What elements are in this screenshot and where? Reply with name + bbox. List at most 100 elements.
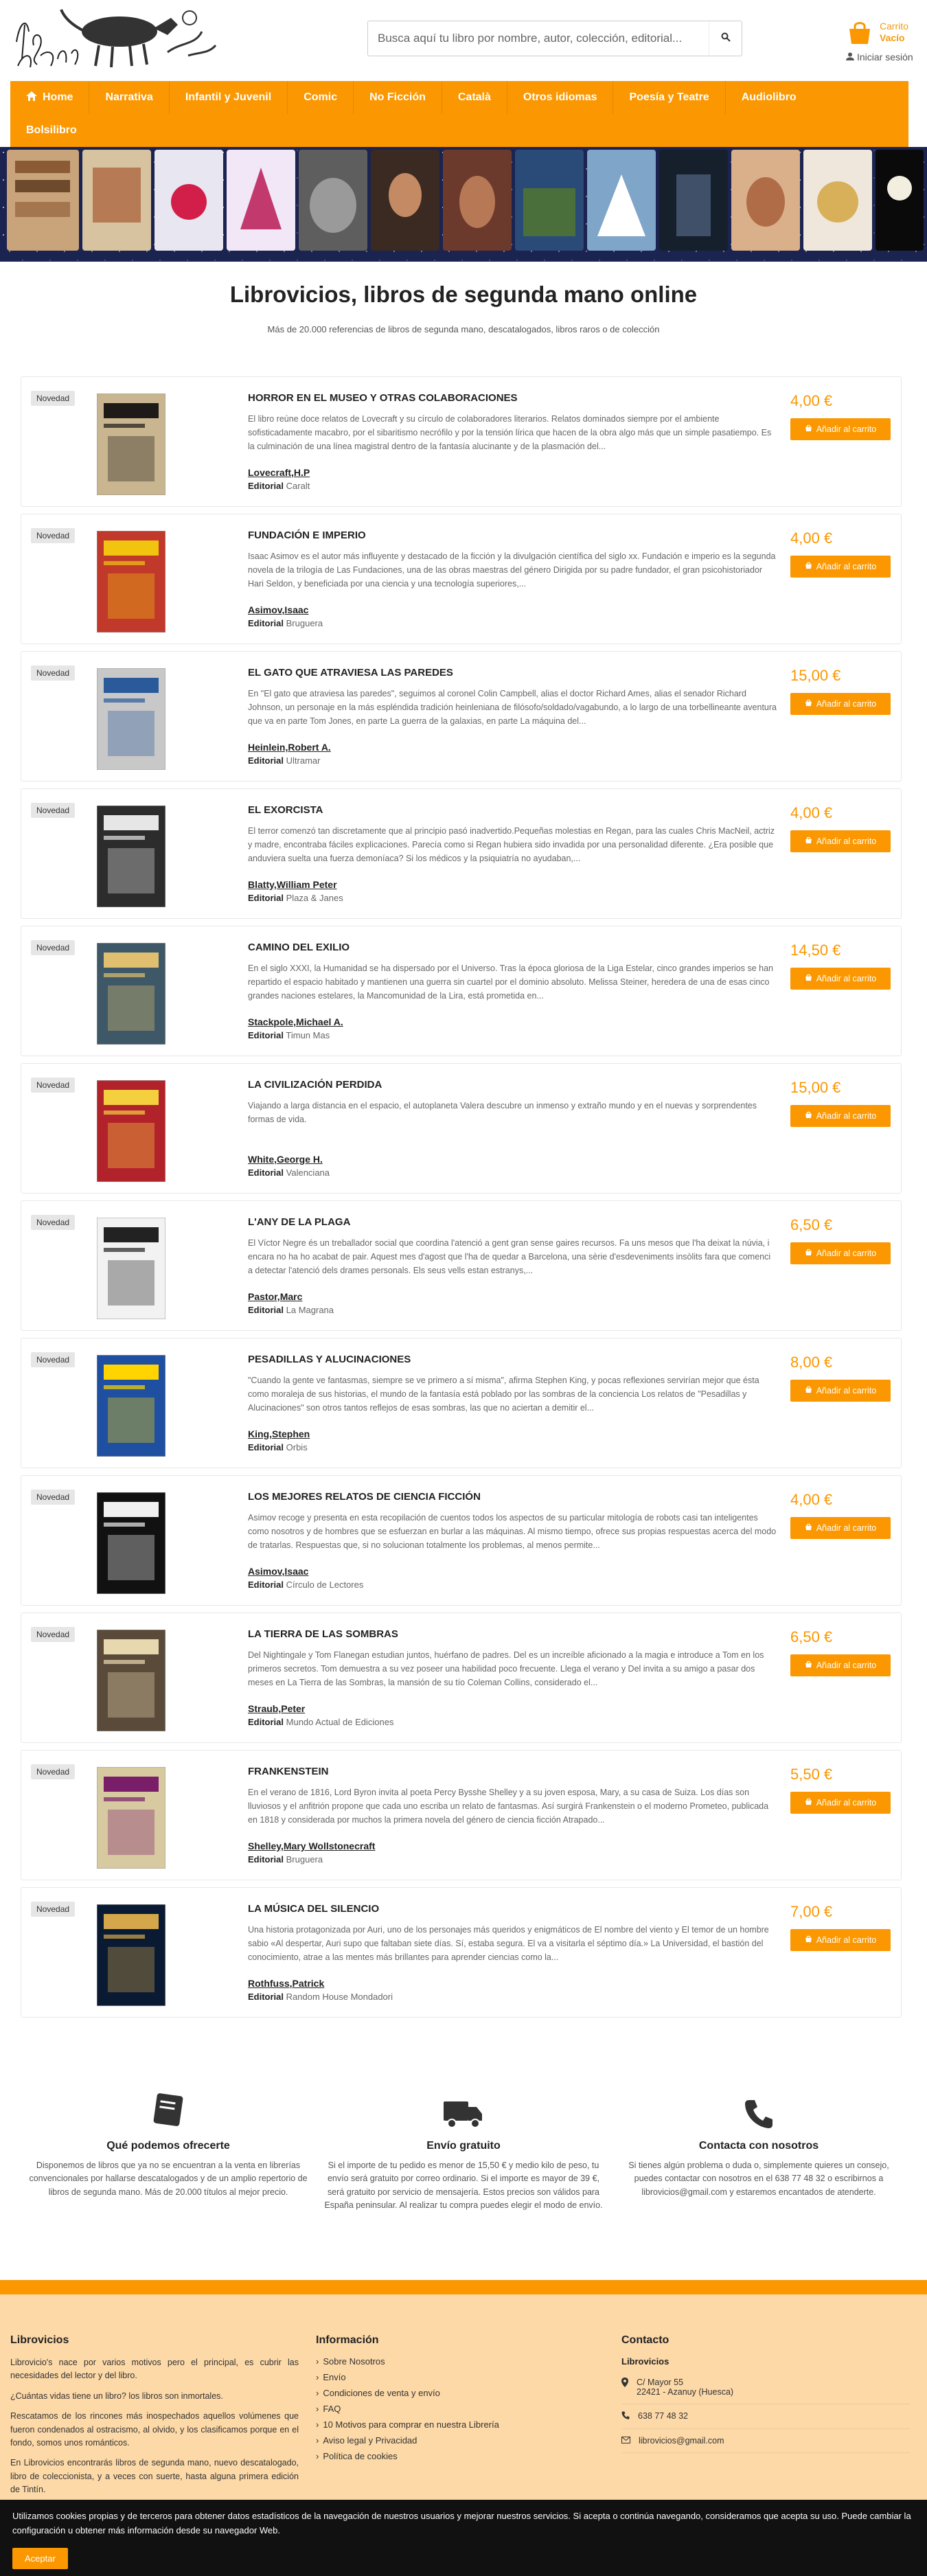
product-title[interactable]: EL EXORCISTA (248, 804, 777, 816)
add-to-cart-button[interactable]: Añadir al carrito (790, 1929, 891, 1951)
product-author-link[interactable]: Pastor,Marc (248, 1291, 777, 1302)
add-to-cart-button[interactable]: Añadir al carrito (790, 1242, 891, 1264)
product-card[interactable]: Novedad LA CIVILIZACIÓN PERDIDA Viajando… (21, 1063, 902, 1194)
product-title[interactable]: LOS MEJORES RELATOS DE CIENCIA FICCIÓN (248, 1491, 777, 1503)
product-title[interactable]: LA CIVILIZACIÓN PERDIDA (248, 1079, 777, 1091)
product-card[interactable]: Novedad LA TIERRA DE LAS SOMBRAS Del Nig… (21, 1612, 902, 1743)
nav-item-poesia[interactable]: Poesía y Teatre (613, 81, 726, 114)
add-to-cart-button[interactable]: Añadir al carrito (790, 1654, 891, 1676)
book-cover-image[interactable] (96, 805, 166, 908)
add-to-cart-button[interactable]: Añadir al carrito (790, 418, 891, 440)
product-info: CAMINO DEL EXILIO En el siglo XXXI, la H… (248, 942, 777, 1040)
add-to-cart-button[interactable]: Añadir al carrito (790, 830, 891, 852)
product-card[interactable]: Novedad LA MÚSICA DEL SILENCIO Una histo… (21, 1887, 902, 2018)
product-title[interactable]: L'ANY DE LA PLAGA (248, 1216, 777, 1228)
book-cover-image[interactable] (96, 1217, 166, 1320)
footer-link[interactable]: › Condiciones de venta y envío (316, 2388, 591, 2398)
product-title[interactable]: LA TIERRA DE LAS SOMBRAS (248, 1628, 777, 1640)
product-title[interactable]: EL GATO QUE ATRAVIESA LAS PAREDES (248, 667, 777, 679)
book-cover-image[interactable] (96, 1354, 166, 1457)
product-author-link[interactable]: Blatty,William Peter (248, 879, 777, 890)
product-price: 8,00 € (790, 1354, 833, 1371)
product-publisher: Editorial Bruguera (248, 1854, 777, 1865)
product-card[interactable]: Novedad FRANKENSTEIN En el verano de 181… (21, 1750, 902, 1880)
footer-link[interactable]: › 10 Motivos para comprar en nuestra Libr… (316, 2419, 591, 2430)
product-card[interactable]: Novedad EL EXORCISTA El terror comenzó t… (21, 788, 902, 919)
product-author-link[interactable]: White,George H. (248, 1154, 777, 1165)
add-to-cart-button[interactable]: Añadir al carrito (790, 1517, 891, 1539)
nav-item-audiolibro[interactable]: Audiolibro (726, 81, 812, 114)
product-publisher: Editorial Bruguera (248, 618, 777, 628)
footer-link[interactable]: › Política de cookies (316, 2451, 591, 2461)
add-to-cart-label: Añadir al carrito (816, 1935, 877, 1945)
product-author-link[interactable]: Asimov,Isaac (248, 1566, 777, 1577)
product-author-link[interactable]: Asimov,Isaac (248, 604, 777, 615)
footer-link[interactable]: › FAQ (316, 2404, 591, 2414)
add-to-cart-button[interactable]: Añadir al carrito (790, 968, 891, 990)
footer-link[interactable]: › Sobre Nosotros (316, 2356, 591, 2367)
footer-link[interactable]: › Envío (316, 2372, 591, 2382)
product-card[interactable]: Novedad FUNDACIÓN E IMPERIO Isaac Asimov… (21, 514, 902, 644)
search-input[interactable] (368, 22, 709, 55)
product-card[interactable]: Novedad L'ANY DE LA PLAGA El Víctor Negr… (21, 1200, 902, 1331)
add-to-cart-button[interactable]: Añadir al carrito (790, 1105, 891, 1127)
login-link[interactable]: Iniciar sesión (846, 52, 913, 62)
cart-icon (805, 1798, 812, 1808)
product-author-link[interactable]: Lovecraft,H.P (248, 467, 777, 478)
product-title[interactable]: HORROR EN EL MUSEO y otras colaboracione… (248, 392, 777, 404)
contact-phone[interactable]: 638 77 48 32 (621, 2404, 910, 2429)
product-card[interactable]: Novedad HORROR EN EL MUSEO y otras colab… (21, 376, 902, 507)
nav-item-narrativa[interactable]: Narrativa (89, 81, 170, 114)
nav-item-otros-idiomas[interactable]: Otros idiomas (507, 81, 614, 114)
product-author-link[interactable]: Straub,Peter (248, 1703, 777, 1714)
product-author-link[interactable]: Shelley,Mary Wollstonecraft (248, 1840, 777, 1851)
book-cover-image[interactable] (96, 530, 166, 633)
nav-item-infantil[interactable]: Infantil y Juvenil (170, 81, 288, 114)
nav-item-catala[interactable]: Català (442, 81, 507, 114)
nav-item-bolsilibro[interactable]: Bolsilibro (10, 114, 93, 147)
book-cover-image[interactable] (96, 942, 166, 1045)
librovicios-logo[interactable] (10, 4, 222, 73)
book-cover-image[interactable] (96, 1629, 166, 1732)
footer-about: Librovicios Librovicio's nace por varios… (10, 2334, 299, 2503)
contact-email[interactable]: librovicios@gmail.com (621, 2429, 910, 2453)
book-cover-image[interactable] (96, 668, 166, 771)
add-to-cart-button[interactable]: Añadir al carrito (790, 556, 891, 578)
product-author-link[interactable]: Rothfuss,Patrick (248, 1978, 777, 1989)
product-author-link[interactable]: Heinlein,Robert A. (248, 742, 777, 753)
product-title[interactable]: LA MÚSICA DEL SILENCIO (248, 1903, 777, 1915)
footer-link-label: 10 Motivos para comprar en nuestra Libre… (323, 2419, 499, 2430)
nav-label: Narrativa (105, 91, 153, 103)
product-card[interactable]: Novedad PESADILLAS Y ALUCINACIONES "Cuan… (21, 1338, 902, 1468)
book-cover-image[interactable] (96, 1080, 166, 1183)
search-button[interactable] (709, 21, 742, 56)
add-to-cart-button[interactable]: Añadir al carrito (790, 693, 891, 715)
footer-link[interactable]: › Aviso legal y Privacidad (316, 2435, 591, 2446)
book-cover-image[interactable] (96, 1492, 166, 1595)
product-title[interactable]: CAMINO DEL EXILIO (248, 942, 777, 953)
product-title[interactable]: FRANKENSTEIN (248, 1766, 777, 1777)
product-author-link[interactable]: King,Stephen (248, 1428, 777, 1439)
book-cover-image[interactable] (96, 1904, 166, 2007)
nav-item-comic[interactable]: Comic (288, 81, 354, 114)
product-info: FUNDACIÓN E IMPERIO Isaac Asimov es el a… (248, 529, 777, 628)
product-description: En el verano de 1816, Lord Byron invita … (248, 1788, 769, 1825)
add-to-cart-button[interactable]: Añadir al carrito (790, 1792, 891, 1814)
product-title[interactable]: PESADILLAS Y ALUCINACIONES (248, 1354, 777, 1365)
book-cover-image[interactable] (96, 1766, 166, 1869)
accept-cookies-button[interactable]: Aceptar (12, 2547, 68, 2569)
book-cover-image[interactable] (96, 393, 166, 496)
product-title[interactable]: FUNDACIÓN E IMPERIO (248, 529, 777, 541)
add-to-cart-button[interactable]: Añadir al carrito (790, 1380, 891, 1402)
product-author-link[interactable]: Stackpole,Michael A. (248, 1016, 777, 1027)
footer-link-label: Envío (323, 2372, 346, 2382)
nav-item-no-ficcion[interactable]: No Ficción (354, 81, 442, 114)
product-card[interactable]: Novedad LOS MEJORES RELATOS DE CIENCIA F… (21, 1475, 902, 1606)
email-address: librovicios@gmail.com (639, 2436, 724, 2446)
product-card[interactable]: Novedad EL GATO QUE ATRAVIESA LAS PAREDE… (21, 651, 902, 782)
cart-widget[interactable]: Carrito Vacío (847, 19, 908, 47)
address-line: C/ Mayor 55 (637, 2378, 684, 2387)
product-card[interactable]: Novedad CAMINO DEL EXILIO En el siglo XX… (21, 926, 902, 1056)
nav-item-home[interactable]: Home (10, 81, 90, 114)
product-price: 4,00 € (790, 392, 833, 409)
